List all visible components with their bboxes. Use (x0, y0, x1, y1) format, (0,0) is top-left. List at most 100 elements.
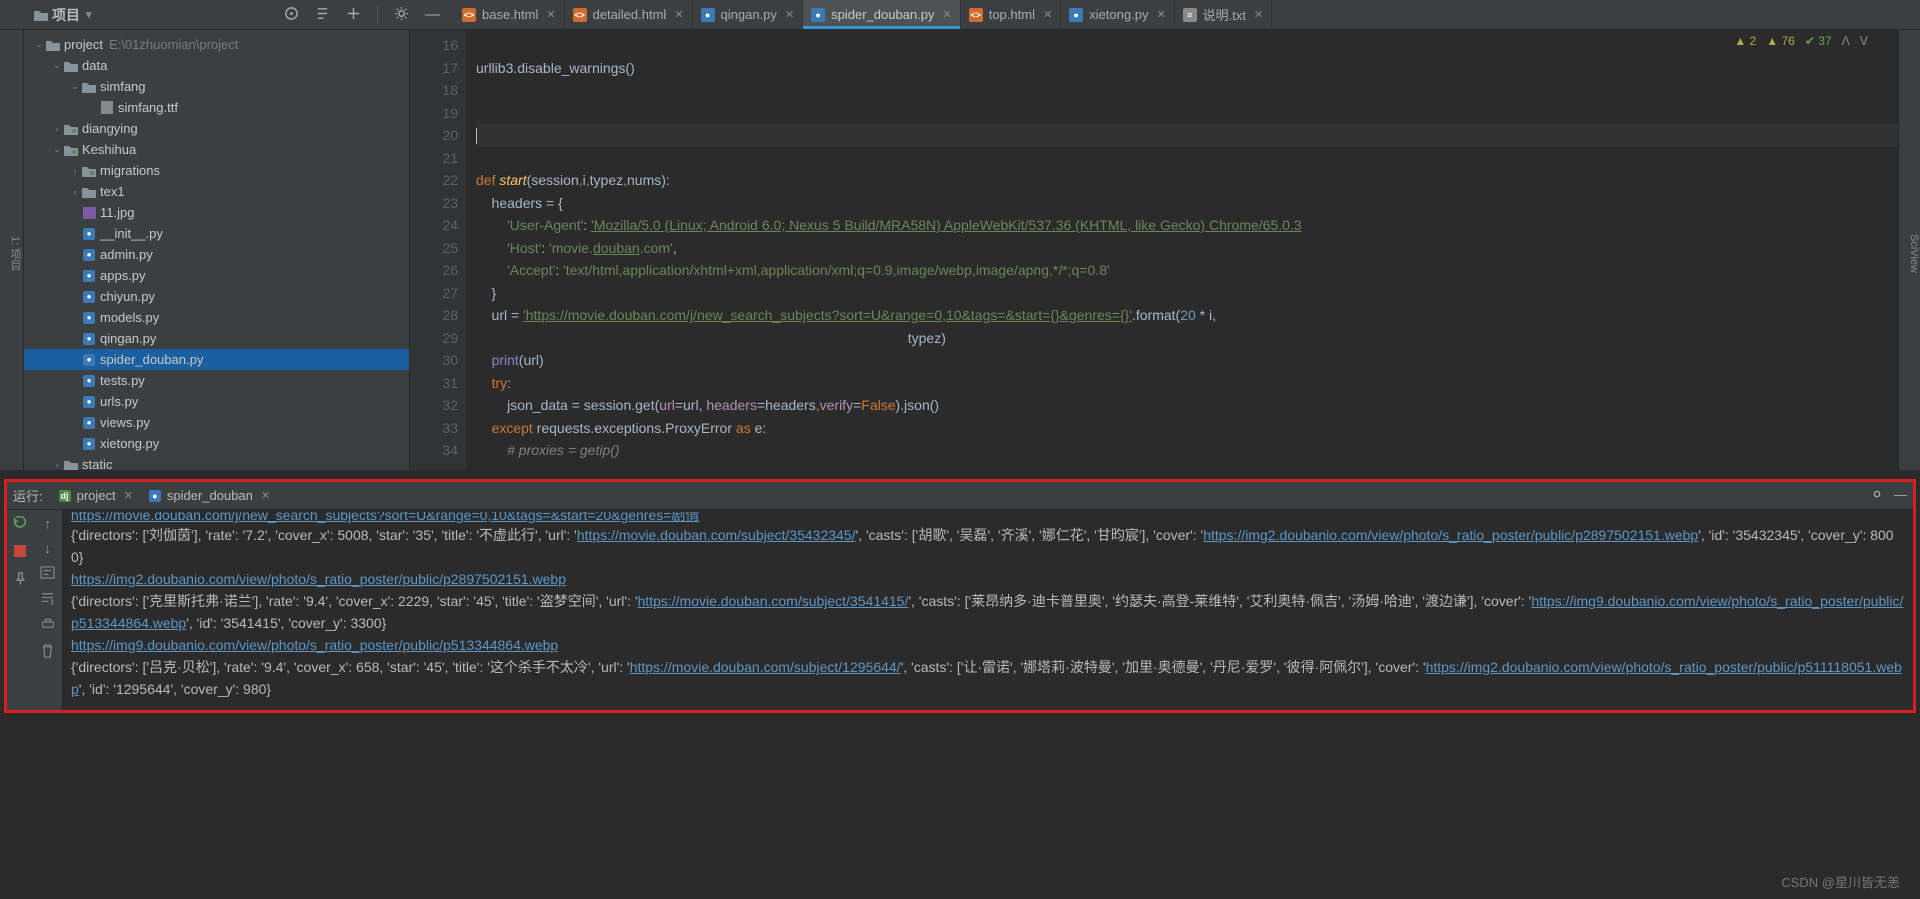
tab-detailed.html[interactable]: <>detailed.html✕ (565, 0, 693, 29)
file-icon (100, 101, 114, 114)
tab-说明.txt[interactable]: ≡说明.txt✕ (1175, 0, 1273, 29)
tab-spider_douban.py[interactable]: ●spider_douban.py✕ (803, 0, 961, 29)
stop-icon[interactable] (14, 545, 26, 560)
tree-label: data (82, 58, 107, 73)
tree-label: simfang.ttf (118, 100, 178, 115)
rerun-icon[interactable] (13, 516, 27, 533)
tree-label: 11.jpg (100, 205, 134, 220)
tree-item-tex1[interactable]: › tex1 (24, 181, 409, 202)
run-label: 运行: (13, 486, 43, 505)
project-title-bar: 项目 ▾ (0, 0, 270, 29)
tree-item-data[interactable]: ⌄ data (24, 55, 409, 76)
tree-item-urls.py[interactable]: ● urls.py (24, 391, 409, 412)
tree-item-chiyun.py[interactable]: ● chiyun.py (24, 286, 409, 307)
tab-label: base.html (482, 7, 538, 22)
close-icon[interactable]: ✕ (943, 8, 952, 21)
folder-icon (82, 81, 96, 93)
tree-item-static[interactable]: › static (24, 454, 409, 470)
tree-item-admin.py[interactable]: ● admin.py (24, 244, 409, 265)
chevron-icon[interactable]: ⌄ (68, 81, 82, 92)
scroll-end-icon[interactable] (40, 592, 55, 608)
tree-item-views.py[interactable]: ● views.py (24, 412, 409, 433)
tree-item-migrations[interactable]: › migrations (24, 160, 409, 181)
tree-item-Keshihua[interactable]: ⌄ Keshihua (24, 139, 409, 160)
tree-item-apps.py[interactable]: ● apps.py (24, 265, 409, 286)
tab-top.html[interactable]: <>top.html✕ (961, 0, 1061, 29)
left-toolwindow-bar[interactable]: 1: 项目 (0, 30, 24, 470)
trash-icon[interactable] (41, 644, 54, 661)
target-icon[interactable] (284, 6, 299, 24)
chevron-up-icon[interactable]: ᐱ (1842, 34, 1850, 48)
pin-icon[interactable] (14, 572, 27, 588)
editor-tabs: <>base.html✕<>detailed.html✕●qingan.py✕●… (454, 0, 1920, 29)
run-tab-project[interactable]: djproject✕ (51, 486, 141, 505)
expand-icon[interactable] (315, 6, 330, 24)
gear-icon[interactable] (1870, 487, 1884, 504)
tree-item-tests.py[interactable]: ● tests.py (24, 370, 409, 391)
top-row: 项目 ▾ — <>base.html✕<>detailed.html✕●qing… (0, 0, 1920, 30)
tree-item-simfang.ttf[interactable]: simfang.ttf (24, 97, 409, 118)
chevron-icon[interactable]: › (50, 124, 64, 134)
folder-icon (64, 60, 78, 72)
watermark-text: CSDN @星川皆无恙 (1781, 872, 1900, 891)
run-action-bar-2: ↑ ↓ (33, 510, 63, 710)
down-icon[interactable]: ↓ (44, 541, 51, 556)
chevron-icon[interactable]: ⌄ (50, 144, 64, 155)
print-icon[interactable] (41, 618, 55, 634)
tree-item-__init__.py[interactable]: ● __init__.py (24, 223, 409, 244)
close-icon[interactable]: ✕ (1156, 8, 1165, 21)
tree-item-project[interactable]: ⌄ project E:\01zhuomian\project (24, 34, 409, 55)
tab-base.html[interactable]: <>base.html✕ (454, 0, 565, 29)
pkg-icon (64, 144, 78, 156)
run-action-bar-1 (7, 510, 33, 710)
up-icon[interactable]: ↑ (44, 516, 51, 531)
tree-label: migrations (100, 163, 160, 178)
tab-label: 说明.txt (1203, 5, 1246, 24)
close-icon[interactable]: ✕ (1043, 8, 1052, 21)
chevron-icon[interactable]: ⌄ (32, 39, 46, 50)
settings-icon[interactable] (394, 6, 409, 24)
tab-qingan.py[interactable]: ●qingan.py✕ (693, 0, 804, 29)
soft-wrap-icon[interactable] (40, 566, 55, 582)
tree-item-spider_douban.py[interactable]: ● spider_douban.py (24, 349, 409, 370)
console-output[interactable]: https://movie.douban.com/j/new_search_su… (63, 510, 1913, 710)
chevron-icon[interactable]: › (68, 166, 82, 176)
close-icon[interactable]: ✕ (261, 489, 270, 502)
project-label[interactable]: 项目 (52, 5, 80, 25)
tree-item-models.py[interactable]: ● models.py (24, 307, 409, 328)
folder-icon (64, 459, 78, 471)
pkg-icon (82, 165, 96, 177)
py-icon: ● (82, 438, 96, 450)
project-tree[interactable]: ⌄ project E:\01zhuomian\project ⌄ data ⌄… (24, 30, 410, 470)
code-editor[interactable]: ▲ 2 ▲ 76 ✔ 37 ᐱ ᐯ 1617181920212223242526… (410, 30, 1898, 470)
close-icon[interactable]: ✕ (124, 489, 133, 502)
run-header: 运行: djproject✕●spider_douban✕ — (7, 482, 1913, 510)
close-icon[interactable]: ✕ (546, 8, 555, 21)
hide-icon[interactable]: — (425, 6, 440, 23)
chevron-icon[interactable]: › (50, 460, 64, 470)
close-icon[interactable]: ✕ (1254, 8, 1263, 21)
chevron-icon[interactable]: ⌄ (50, 60, 64, 71)
run-tab-spider_douban[interactable]: ●spider_douban✕ (141, 486, 278, 505)
tab-label: qingan.py (721, 7, 777, 22)
tree-item-simfang[interactable]: ⌄ simfang (24, 76, 409, 97)
close-icon[interactable]: ✕ (674, 8, 683, 21)
collapse-icon[interactable] (346, 6, 361, 24)
tree-item-qingan.py[interactable]: ● qingan.py (24, 328, 409, 349)
tree-label: qingan.py (100, 331, 156, 346)
code-area[interactable]: urllib3.disable_warnings() def start(ses… (466, 30, 1898, 470)
right-toolwindow-bar[interactable]: SciView (1898, 30, 1920, 470)
tree-label: chiyun.py (100, 289, 155, 304)
tree-item-11.jpg[interactable]: 11.jpg (24, 202, 409, 223)
close-icon[interactable]: ✕ (785, 8, 794, 21)
chevron-icon[interactable]: › (68, 187, 82, 197)
tree-item-xietong.py[interactable]: ● xietong.py (24, 433, 409, 454)
chevron-down-icon[interactable]: ᐯ (1860, 34, 1868, 48)
tab-xietong.py[interactable]: ●xietong.py✕ (1061, 0, 1174, 29)
warning-icon: ▲ 2 (1734, 34, 1756, 48)
py-icon: ● (82, 228, 96, 240)
tree-item-diangying[interactable]: › diangying (24, 118, 409, 139)
minimize-icon[interactable]: — (1894, 487, 1907, 504)
py-icon: ● (82, 291, 96, 303)
tree-label: tex1 (100, 184, 125, 199)
